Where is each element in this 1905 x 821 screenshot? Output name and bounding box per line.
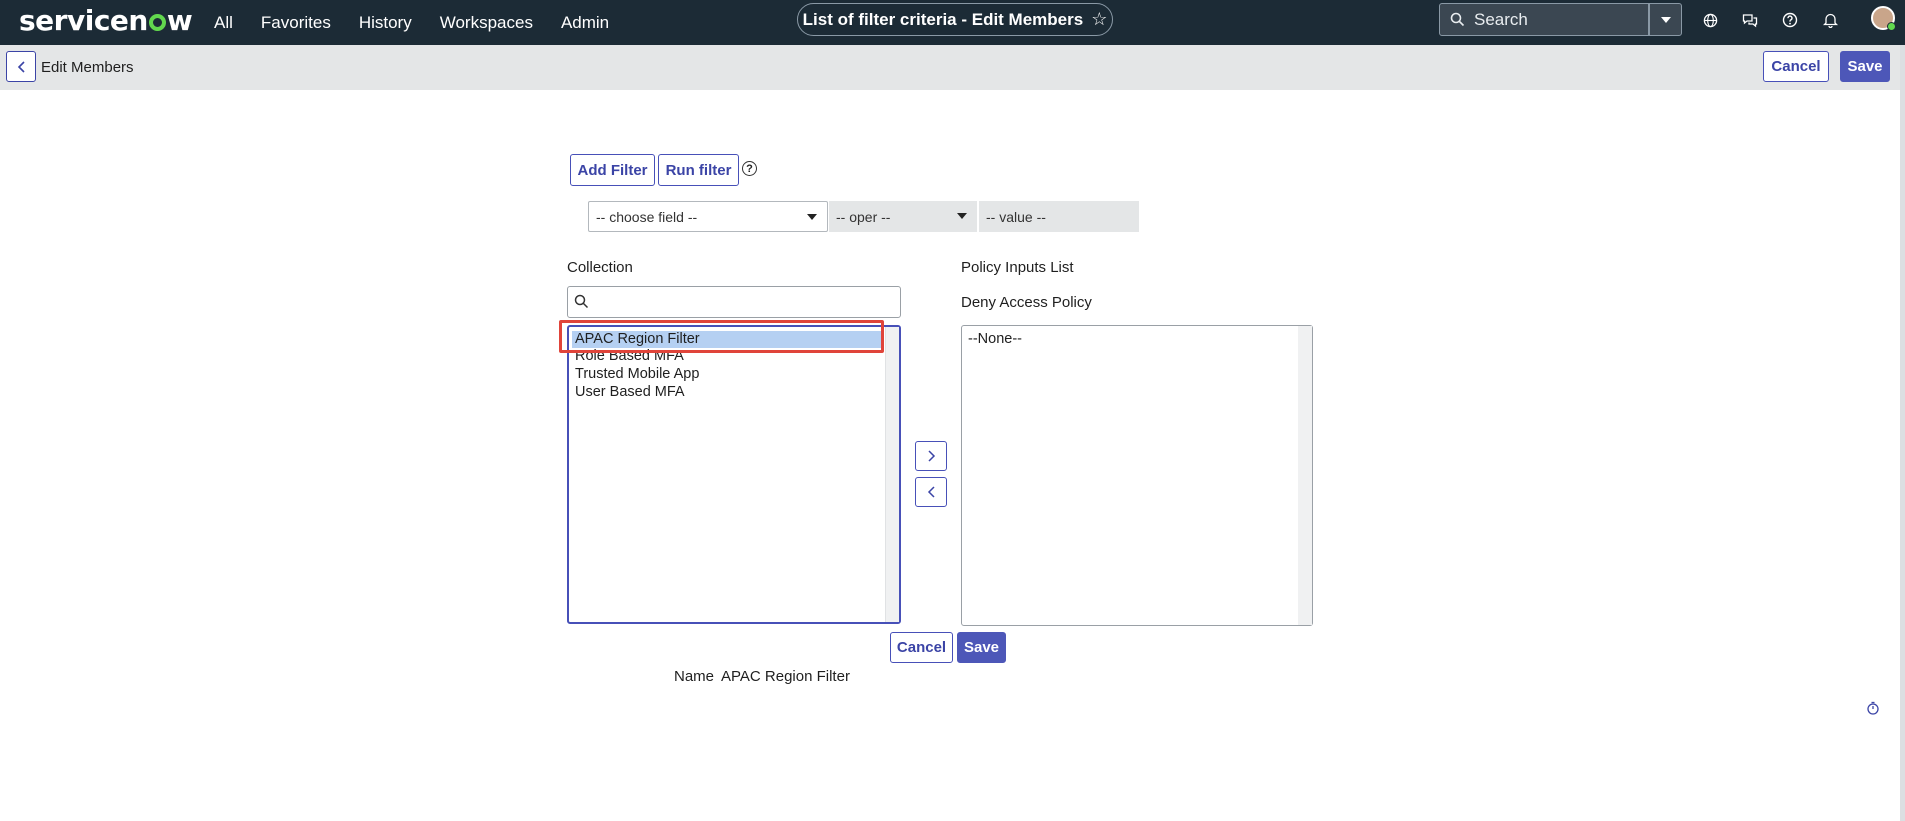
chevron-left-icon	[927, 486, 935, 498]
operator-value: -- oper --	[836, 208, 891, 225]
page-title-pill[interactable]: List of filter criteria - Edit Members ☆	[797, 3, 1113, 36]
nav-favorites[interactable]: Favorites	[247, 0, 345, 45]
selection-highlight-box	[559, 320, 884, 353]
remove-from-list-button[interactable]	[915, 477, 947, 507]
policy-inputs-list-label: Policy Inputs List	[961, 259, 1074, 276]
value-placeholder: -- value --	[986, 208, 1046, 225]
globe-icon[interactable]	[1700, 10, 1720, 30]
nav-workspaces[interactable]: Workspaces	[426, 0, 547, 45]
nav-all[interactable]: All	[200, 0, 247, 45]
help-icon[interactable]	[1780, 10, 1800, 30]
chevron-left-icon	[17, 60, 25, 73]
star-icon[interactable]: ☆	[1091, 9, 1107, 30]
list-item-trusted-mobile-app[interactable]: Trusted Mobile App	[575, 366, 699, 382]
nav-links: All Favorites History Workspaces Admin	[200, 0, 623, 45]
add-to-list-button[interactable]	[915, 441, 947, 471]
list-item-user-based-mfa[interactable]: User Based MFA	[575, 384, 685, 400]
form-title: Edit Members	[41, 59, 134, 76]
top-nav: servicen w All Favorites History Workspac…	[0, 0, 1905, 45]
policy-inputs-list[interactable]: --None--	[961, 325, 1313, 626]
choose-field-select[interactable]: -- choose field --	[588, 201, 828, 232]
collection-label: Collection	[567, 259, 633, 276]
page-title: List of filter criteria - Edit Members	[802, 9, 1084, 29]
chevron-down-icon	[1660, 16, 1671, 23]
header-save-button[interactable]: Save	[1840, 51, 1890, 82]
filter-help-icon[interactable]: ?	[742, 161, 757, 176]
add-filter-button[interactable]: Add Filter	[570, 154, 655, 186]
search-placeholder: Search	[1474, 9, 1528, 29]
logo-text-start: servicen	[19, 4, 148, 37]
nav-history[interactable]: History	[345, 0, 426, 45]
search-icon	[574, 294, 589, 314]
global-search-input[interactable]: Search	[1439, 3, 1649, 36]
logo-o	[148, 14, 166, 31]
search-icon	[1440, 12, 1474, 27]
page-scrollbar[interactable]	[1900, 45, 1905, 821]
header-cancel-button[interactable]: Cancel	[1763, 51, 1829, 82]
collection-scrollbar[interactable]	[885, 327, 899, 622]
chevron-right-icon	[927, 450, 935, 462]
logo-text-end: w	[166, 4, 193, 37]
choose-field-value: -- choose field --	[596, 208, 698, 225]
servicenow-logo[interactable]: servicen w	[19, 4, 193, 37]
back-button[interactable]	[6, 51, 36, 82]
caret-down-icon	[957, 213, 967, 219]
deny-access-policy-label: Deny Access Policy	[961, 294, 1092, 311]
chat-icon[interactable]	[1740, 10, 1760, 30]
avatar[interactable]	[1871, 6, 1896, 31]
timer-icon[interactable]	[1866, 701, 1880, 715]
policy-list-scrollbar[interactable]	[1298, 326, 1312, 625]
footer-cancel-button[interactable]: Cancel	[890, 632, 953, 663]
caret-down-icon	[807, 214, 817, 220]
collection-search-input[interactable]	[567, 286, 901, 318]
collection-list[interactable]: APAC Region Filter Role Based MFA Truste…	[567, 325, 901, 624]
nav-admin[interactable]: Admin	[547, 0, 623, 45]
name-label: Name	[674, 668, 715, 685]
bell-icon[interactable]	[1820, 10, 1840, 30]
form-header: Edit Members Cancel Save	[0, 45, 1900, 90]
list-item-none[interactable]: --None--	[968, 331, 1022, 347]
footer-save-button[interactable]: Save	[957, 632, 1006, 663]
search-scope-dropdown[interactable]	[1649, 3, 1682, 36]
name-value: APAC Region Filter	[721, 668, 850, 685]
value-input[interactable]: -- value --	[979, 201, 1139, 232]
online-status-icon	[1887, 22, 1896, 31]
operator-select[interactable]: -- oper --	[829, 201, 977, 232]
run-filter-button[interactable]: Run filter	[658, 154, 739, 186]
